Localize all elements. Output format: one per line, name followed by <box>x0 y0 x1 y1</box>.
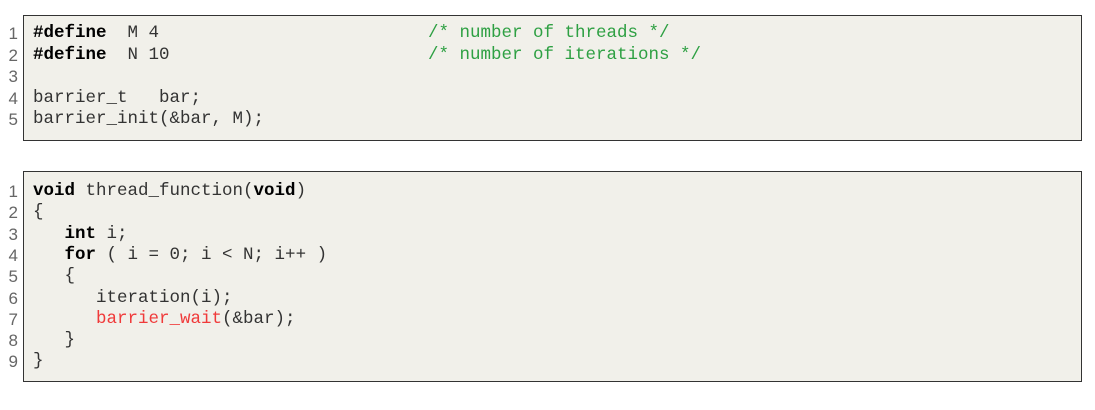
line-number: 6 <box>8 288 18 308</box>
code-text: barrier_init(&bar, M); <box>33 109 265 129</box>
keyword: for <box>64 244 97 265</box>
code-text: { <box>33 202 44 223</box>
code-line: 2 #define N 10 /* number of iterations */ <box>9 44 1081 67</box>
code-text: i; <box>96 223 128 244</box>
line-number: 7 <box>8 309 18 329</box>
code-line: 6 iteration(i); <box>9 287 1081 310</box>
code-text: ( i = 0; i < N; i++ ) <box>96 244 328 265</box>
line-number: 5 <box>8 110 18 129</box>
line-number: 2 <box>8 203 18 223</box>
code-line: 7 barrier_wait(&bar); <box>9 308 1081 331</box>
code-comment: /* number of threads */ <box>428 23 670 43</box>
line-number: 4 <box>8 245 18 265</box>
line-number: 1 <box>8 24 18 43</box>
line-number: 4 <box>8 88 18 108</box>
line-number: 8 <box>8 331 18 351</box>
keyword: void <box>33 181 76 201</box>
line-number: 5 <box>8 267 18 287</box>
code-text: barrier_t bar; <box>33 87 202 108</box>
line-number: 2 <box>8 45 18 65</box>
code-line: 4 for ( i = 0; i < N; i++ ) <box>9 244 1081 267</box>
code-line: 3 int i; <box>9 223 1081 246</box>
code-line: 9} <box>9 351 1081 373</box>
keyword: #define <box>33 23 107 43</box>
code-listing-thread-function: 1 void thread_function(void) 2{3 int i; 4 f… <box>9 171 1082 382</box>
code-line: 5 { <box>9 266 1081 288</box>
code-text: thread_function( <box>75 181 254 201</box>
line-number: 3 <box>8 224 18 244</box>
code-line: 1 void thread_function(void) <box>9 181 1081 203</box>
code-text: M 4 <box>106 23 160 43</box>
code-text: ) <box>295 181 307 201</box>
keyword: void <box>253 181 296 201</box>
code-text: { <box>64 266 76 287</box>
code-line: 2{ <box>9 202 1081 224</box>
highlighted-call: barrier_wait <box>96 308 223 329</box>
code-listing-declarations: 1 #define M 4 /* number of threads */ 2 #de… <box>9 15 1082 141</box>
code-text: } <box>33 351 44 372</box>
keyword: int <box>64 223 97 244</box>
code-comment: /* number of iterations */ <box>428 44 702 65</box>
code-line: 8 } <box>9 330 1081 352</box>
code-text: N 10 <box>106 44 170 65</box>
line-number: 1 <box>8 182 18 201</box>
keyword: #define <box>33 44 107 65</box>
line-number: 9 <box>8 352 18 372</box>
code-text: (&bar); <box>222 308 296 329</box>
code-line: 1 #define M 4 /* number of threads */ <box>9 23 1081 45</box>
code-line: 3 <box>9 66 1081 88</box>
code-line: 5 barrier_init(&bar, M); <box>9 109 1081 131</box>
line-number: 3 <box>8 67 18 86</box>
code-line: 4 barrier_t bar; <box>9 87 1081 110</box>
code-text: iteration(i); <box>96 287 233 308</box>
code-text: } <box>64 330 76 351</box>
